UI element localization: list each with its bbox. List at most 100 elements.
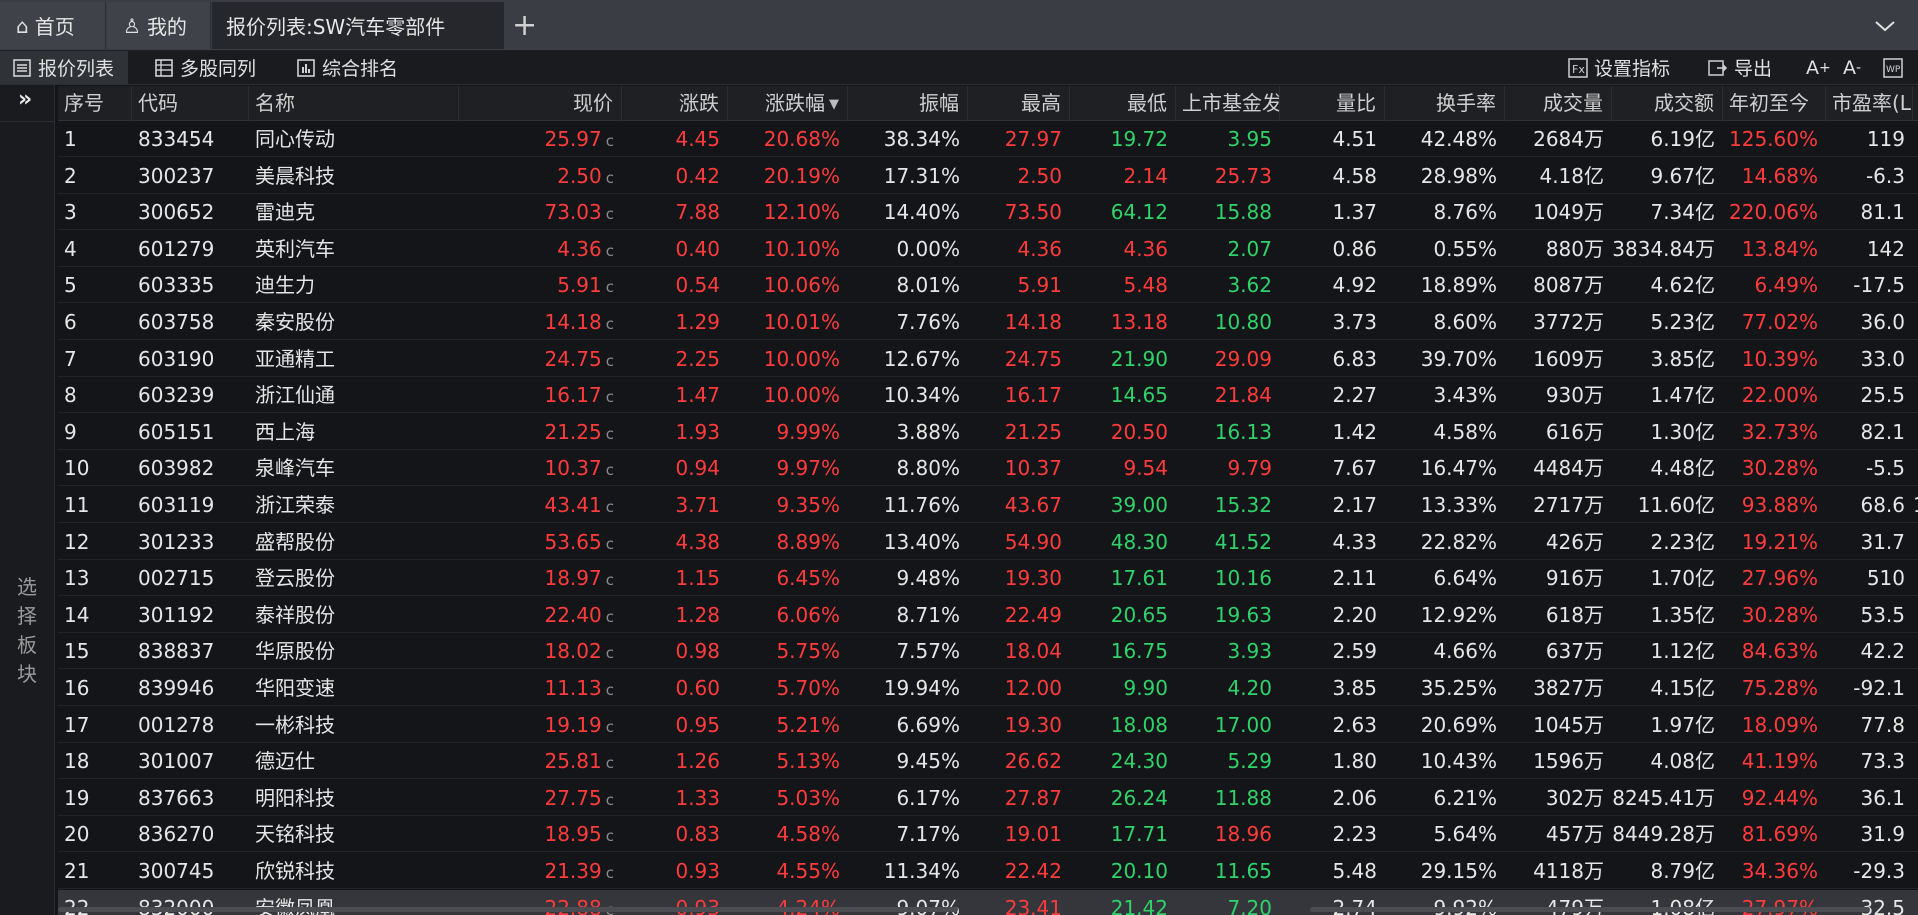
cell-code: 300745 — [132, 853, 249, 889]
cell-value: 3.62 — [1227, 273, 1272, 298]
cell-value: 31.7 — [1860, 529, 1905, 554]
table-row[interactable]: 17 001278 一彬科技 19.19 c 0.95 5.21% 6.69% 19.30 18.… — [58, 707, 1918, 743]
cell-fund: 4.20 — [1176, 670, 1280, 706]
cell-chg: 1.26 — [622, 743, 728, 779]
cell-amt: 7.34亿 — [1612, 194, 1723, 230]
cell-value: 0.40 — [675, 236, 720, 261]
font-increase-button[interactable]: A + — [1806, 51, 1831, 84]
column-header-mcap[interactable]: 总市值 — [1913, 86, 1918, 121]
multi-stock-button[interactable]: 多股同列 — [154, 51, 256, 84]
cell-value: 6.64% — [1433, 566, 1497, 591]
table-row[interactable]: 2 300237 美晨科技 2.50 c 0.42 20.19% 17.31% 2.50 2.14… — [58, 158, 1918, 194]
cell-value: 36.1 — [1860, 785, 1905, 810]
table-row[interactable]: 7 603190 亚通精工 24.75 c 2.25 10.00% 12.67% 24.75 21… — [58, 341, 1918, 377]
table-row[interactable]: 18 301007 德迈仕 25.81 c 1.26 5.13% 9.45% 26.62 24.3… — [58, 743, 1918, 780]
cell-pe: -92.1 — [1826, 670, 1913, 706]
column-header-vr[interactable]: 量比 — [1280, 86, 1385, 121]
cell-value: 38.34% — [883, 127, 960, 151]
cell-value: 18.96 — [1214, 822, 1272, 847]
cell-ytd: 30.28% — [1723, 597, 1826, 633]
cell-value: 6.17% — [896, 785, 960, 810]
cell-vol: 4484万 — [1505, 450, 1612, 486]
expand-sidebar-button[interactable]: » — [18, 87, 32, 112]
cell-value: 12.92% — [1420, 602, 1497, 627]
table-row[interactable]: 1 833454 同心传动 25.97 c 4.45 20.68% 38.34% 27.97 19… — [58, 121, 1918, 157]
cell-pct: 5.13% — [728, 743, 848, 779]
cell-value: 220.06% — [1729, 200, 1818, 225]
cell-no: 13 — [58, 560, 132, 596]
table-row[interactable]: 5 603335 迪生力 5.91 c 0.54 10.06% 8.01% 5.91 5.48 3.… — [58, 267, 1918, 304]
column-header-low[interactable]: 最低 — [1070, 86, 1176, 121]
export-button[interactable]: 导出 — [1708, 51, 1772, 84]
column-header-name[interactable]: 名称 — [249, 86, 459, 121]
table-row[interactable]: 8 603239 浙江仙通 16.17 c 1.47 10.00% 10.34% 16.17 14… — [58, 377, 1918, 414]
cell-value: 11.76% — [883, 493, 960, 517]
tab-home[interactable]: ⌂ 首页 — [0, 2, 106, 49]
cell-mcap: 158亿 — [1913, 487, 1918, 523]
table-row[interactable]: 12 301233 盛帮股份 53.65 c 4.38 8.89% 13.40% 54.90 48… — [58, 524, 1918, 560]
column-header-no[interactable]: 序号 — [58, 86, 132, 121]
price-marker: c — [605, 132, 614, 150]
price-marker: c — [605, 315, 614, 333]
column-header-amp[interactable]: 振幅 — [848, 86, 968, 121]
cell-pct: 6.45% — [728, 560, 848, 596]
cell-chg: 0.40 — [622, 231, 728, 267]
cell-fund: 5.29 — [1176, 743, 1280, 779]
cell-value: 4.66% — [1433, 639, 1497, 664]
table-row[interactable]: 9 605151 西上海 21.25 c 1.93 9.99% 3.88% 21.25 20.50… — [58, 414, 1918, 450]
cell-value: 17.31% — [883, 163, 960, 188]
cell-value: 25.73 — [1214, 163, 1272, 188]
table-row[interactable]: 21 300745 欣锐科技 21.39 c 0.93 4.55% 11.34% 22.42 20… — [58, 853, 1918, 889]
price-marker: c — [605, 498, 614, 516]
cell-value: 837663 — [138, 785, 215, 810]
ranking-button[interactable]: 综合排名 — [296, 51, 398, 84]
column-header-fund[interactable]: 上市基金发 — [1176, 86, 1280, 121]
cell-no: 21 — [58, 853, 132, 889]
table-row[interactable]: 14 301192 泰祥股份 22.40 c 1.28 6.06% 8.71% 22.49 20.… — [58, 597, 1918, 633]
add-tab-button[interactable]: + — [512, 8, 537, 44]
column-header-chg[interactable]: 涨跌 — [622, 86, 728, 121]
price-marker: c — [605, 534, 614, 553]
table-row[interactable]: 15 838837 华原股份 18.02 c 0.98 5.75% 7.57% 18.04 16.… — [58, 633, 1918, 670]
cell-mcap: 26亿 — [1913, 560, 1918, 596]
cell-pe: 36.1 — [1826, 780, 1913, 816]
column-header-vol[interactable]: 成交量 — [1505, 86, 1612, 121]
table-row[interactable]: 19 837663 明阳科技 27.75 c 1.33 5.03% 6.17% 27.87 26.… — [58, 780, 1918, 816]
table-row[interactable]: 4 601279 英利汽车 4.36 c 0.40 10.10% 0.00% 4.36 4.36 2… — [58, 231, 1918, 267]
column-header-pe[interactable]: 市盈率(L — [1826, 86, 1913, 121]
horizontal-scrollbar-track[interactable] — [1310, 907, 1870, 912]
column-header-pct[interactable]: 涨跌幅 ▼ — [728, 86, 848, 121]
set-indicator-button[interactable]: Fx 设置指标 — [1568, 51, 1670, 84]
font-decrease-button[interactable]: A- — [1843, 51, 1861, 84]
price-marker: c — [605, 864, 614, 882]
table-row[interactable]: 3 300652 雷迪克 73.03 c 7.88 12.10% 14.40% 73.50 64.… — [58, 194, 1918, 231]
cell-value: 916万 — [1545, 566, 1604, 591]
chevron-down-icon[interactable] — [1874, 14, 1896, 38]
cell-value: 18.97 — [544, 566, 602, 591]
table-row[interactable]: 13 002715 登云股份 18.97 c 1.15 6.45% 9.48% 19.30 17.… — [58, 560, 1918, 597]
table-row[interactable]: 11 603119 浙江荣泰 43.41 c 3.71 9.35% 11.76% 43.67 39… — [58, 487, 1918, 523]
select-sector-button[interactable]: 选择板块 — [16, 573, 38, 689]
cell-price: 5.91 c — [459, 267, 622, 303]
cell-chg: 1.15 — [622, 560, 728, 596]
quote-list-button[interactable]: 报价列表 — [0, 51, 129, 84]
cell-vol: 1049万 — [1505, 194, 1612, 230]
column-header-turn[interactable]: 换手率 — [1385, 86, 1505, 121]
column-header-ytd[interactable]: 年初至今 — [1723, 86, 1826, 121]
tab-quote-list[interactable]: 报价列表:SW汽车零部件 — [212, 2, 504, 49]
table-row[interactable]: 16 839946 华阳变速 11.13 c 0.60 5.70% 19.94% 12.00 9.… — [58, 670, 1918, 706]
cell-value: 浙江仙通 — [255, 383, 335, 408]
cell-value: 77.8 — [1860, 712, 1905, 737]
cell-low: 19.72 — [1070, 121, 1176, 157]
column-header-amt[interactable]: 成交额 — [1612, 86, 1723, 121]
cell-pct: 9.35% — [728, 487, 848, 523]
horizontal-scrollbar[interactable] — [58, 907, 958, 912]
table-row[interactable]: 6 603758 秦安股份 14.18 c 1.29 10.01% 7.76% 14.18 13.… — [58, 304, 1918, 340]
table-row[interactable]: 20 836270 天铭科技 18.95 c 0.83 4.58% 7.17% 19.01 17.… — [58, 816, 1918, 853]
wps-icon[interactable]: WP — [1882, 51, 1906, 84]
table-row[interactable]: 10 603982 泉峰汽车 10.37 c 0.94 9.97% 8.80% 10.37 9.5… — [58, 450, 1918, 487]
column-header-price[interactable]: 现价 — [459, 86, 622, 121]
column-header-code[interactable]: 代码 — [132, 86, 249, 121]
tab-mine[interactable]: ♙ 我的 — [107, 2, 211, 49]
column-header-high[interactable]: 最高 — [968, 86, 1070, 121]
